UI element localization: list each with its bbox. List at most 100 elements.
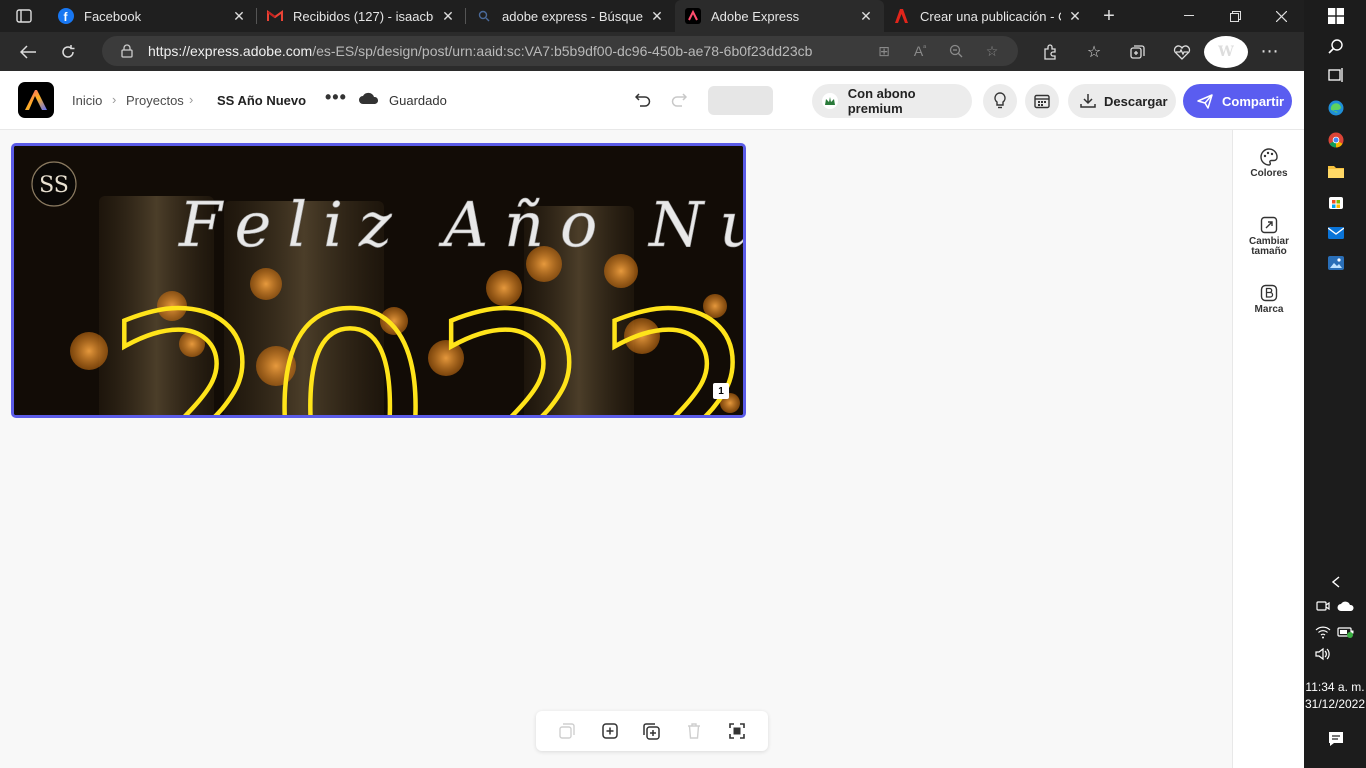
collections-icon[interactable] bbox=[1116, 36, 1160, 68]
window-controls bbox=[1166, 0, 1304, 32]
meet-now-icon[interactable] bbox=[1314, 597, 1331, 614]
share-button[interactable]: Compartir bbox=[1183, 84, 1292, 118]
extensions-icon[interactable] bbox=[1028, 36, 1072, 68]
copy-icon bbox=[559, 723, 575, 739]
favorites-icon[interactable]: ☆ bbox=[1072, 36, 1116, 68]
rail-colors[interactable]: Colores bbox=[1233, 148, 1305, 179]
rail-brand[interactable]: Marca bbox=[1233, 284, 1305, 315]
breadcrumb-chevron-icon: › bbox=[112, 92, 117, 107]
refresh-button[interactable] bbox=[48, 36, 88, 68]
browser-essentials-icon[interactable] bbox=[1160, 36, 1204, 68]
restore-button[interactable] bbox=[1212, 0, 1258, 32]
share-label: Compartir bbox=[1222, 93, 1285, 109]
close-tab-icon[interactable]: ✕ bbox=[231, 8, 247, 24]
page-number-badge: 1 bbox=[713, 383, 729, 399]
url-text[interactable]: https://express.adobe.com/es-ES/sp/desig… bbox=[148, 43, 812, 59]
clock-time: 11:34 a. m. bbox=[1305, 680, 1365, 694]
more-menu-icon[interactable]: ⋯ bbox=[1248, 36, 1292, 68]
taskbar-clock[interactable]: 11:34 a. m. 31/12/2022 bbox=[1304, 679, 1366, 713]
wifi-icon[interactable] bbox=[1314, 623, 1331, 640]
volume-icon[interactable] bbox=[1314, 645, 1331, 662]
address-bar-actions: ⊞ Aᵃ ☆ bbox=[866, 36, 1010, 66]
page-toolbar bbox=[536, 711, 768, 751]
download-button[interactable]: Descargar bbox=[1068, 84, 1176, 118]
delete-page-button[interactable] bbox=[682, 719, 706, 743]
close-icon bbox=[1275, 10, 1287, 22]
calendar-icon bbox=[1034, 94, 1050, 109]
svg-text:SS: SS bbox=[39, 173, 69, 198]
address-bar[interactable]: https://express.adobe.com/es-ES/sp/desig… bbox=[102, 36, 1018, 66]
new-tab-button[interactable]: + bbox=[1093, 0, 1125, 32]
send-icon bbox=[1197, 93, 1213, 109]
onedrive-icon[interactable] bbox=[1337, 597, 1354, 614]
premium-label: Con abono premium bbox=[847, 86, 916, 116]
photos-taskbar-icon[interactable] bbox=[1327, 254, 1344, 271]
minimize-icon bbox=[1184, 15, 1194, 16]
lock-icon[interactable] bbox=[112, 44, 142, 58]
breadcrumb-projects[interactable]: Proyectos bbox=[126, 93, 184, 108]
duplicate-page-button[interactable] bbox=[640, 719, 664, 743]
taskbar-search-button[interactable] bbox=[1327, 37, 1344, 54]
read-aloud-icon[interactable]: Aᵃ bbox=[902, 43, 938, 59]
rail-colors-label: Colores bbox=[1250, 168, 1288, 179]
rail-brand-label: Marca bbox=[1254, 304, 1284, 315]
rail-resize[interactable]: Cambiar tamaño bbox=[1233, 216, 1305, 257]
add-page-icon bbox=[601, 723, 618, 739]
close-window-button[interactable] bbox=[1258, 0, 1304, 32]
tab-title: Adobe Express bbox=[711, 8, 800, 24]
tab-actions-button[interactable] bbox=[0, 0, 48, 32]
battery-icon[interactable] bbox=[1337, 623, 1354, 640]
tab-adobe-publicacion[interactable]: Crear una publicación - Co ✕ bbox=[884, 0, 1093, 32]
more-options-icon[interactable]: ••• bbox=[325, 87, 347, 108]
adobe-express-logo[interactable] bbox=[18, 82, 54, 118]
tab-adobe-express[interactable]: Adobe Express ✕ bbox=[675, 0, 884, 32]
headline-text: Feliz Año Nuevo bbox=[178, 188, 743, 261]
tab-search[interactable]: adobe express - Búsqueda ✕ bbox=[466, 0, 675, 32]
close-tab-icon[interactable]: ✕ bbox=[440, 8, 456, 24]
palette-icon bbox=[1260, 148, 1278, 166]
app-available-icon[interactable]: ⊞ bbox=[866, 43, 902, 60]
zoom-out-icon[interactable] bbox=[938, 44, 974, 58]
adobe-icon bbox=[894, 8, 910, 24]
project-name[interactable]: SS Año Nuevo bbox=[217, 93, 306, 108]
add-favorite-icon[interactable]: ☆ bbox=[974, 43, 1010, 60]
facebook-icon: f bbox=[58, 8, 74, 24]
redo-button[interactable] bbox=[668, 89, 690, 111]
premium-button[interactable]: Con abono premium bbox=[812, 84, 972, 118]
show-hidden-icons-button[interactable] bbox=[1327, 573, 1344, 590]
undo-button[interactable] bbox=[632, 89, 654, 111]
chrome-taskbar-icon[interactable] bbox=[1327, 131, 1344, 148]
duplicate-disabled-button[interactable] bbox=[555, 719, 579, 743]
inspiration-button[interactable] bbox=[983, 84, 1017, 118]
browser-toolbar: https://express.adobe.com/es-ES/sp/desig… bbox=[0, 32, 1304, 71]
browser-extensions: ☆ W ⋯ bbox=[1028, 32, 1292, 71]
edge-taskbar-icon[interactable] bbox=[1327, 99, 1344, 116]
neon-year-text: 2022 bbox=[104, 261, 743, 415]
task-view-icon bbox=[1327, 67, 1343, 82]
tab-facebook[interactable]: f Facebook ✕ bbox=[48, 0, 257, 32]
mail-taskbar-icon[interactable] bbox=[1327, 224, 1344, 241]
close-tab-icon[interactable]: ✕ bbox=[649, 8, 665, 24]
add-page-button[interactable] bbox=[598, 719, 622, 743]
task-view-button[interactable] bbox=[1327, 66, 1344, 83]
back-button[interactable] bbox=[8, 36, 48, 68]
close-tab-icon[interactable]: ✕ bbox=[1067, 8, 1083, 24]
schedule-button[interactable] bbox=[1025, 84, 1059, 118]
refresh-icon bbox=[62, 44, 75, 58]
breadcrumb-home[interactable]: Inicio bbox=[72, 93, 102, 108]
fit-to-screen-button[interactable] bbox=[725, 719, 749, 743]
start-button[interactable] bbox=[1327, 7, 1344, 24]
save-status: Guardado bbox=[389, 93, 447, 108]
store-taskbar-icon[interactable] bbox=[1327, 193, 1344, 210]
zoom-placeholder[interactable] bbox=[708, 86, 773, 115]
minimize-button[interactable] bbox=[1166, 0, 1212, 32]
notification-center-button[interactable] bbox=[1327, 730, 1344, 747]
ss-logo: SS bbox=[31, 161, 77, 207]
close-tab-icon[interactable]: ✕ bbox=[858, 8, 874, 24]
duplicate-page-icon bbox=[643, 722, 661, 740]
profile-button[interactable]: W bbox=[1204, 35, 1248, 68]
file-explorer-taskbar-icon[interactable] bbox=[1327, 162, 1344, 179]
fit-screen-icon bbox=[728, 723, 745, 739]
design-canvas[interactable]: SS Feliz Año Nuevo 2022 bbox=[11, 143, 746, 418]
tab-gmail[interactable]: Recibidos (127) - isaacbussi ✕ bbox=[257, 0, 466, 32]
